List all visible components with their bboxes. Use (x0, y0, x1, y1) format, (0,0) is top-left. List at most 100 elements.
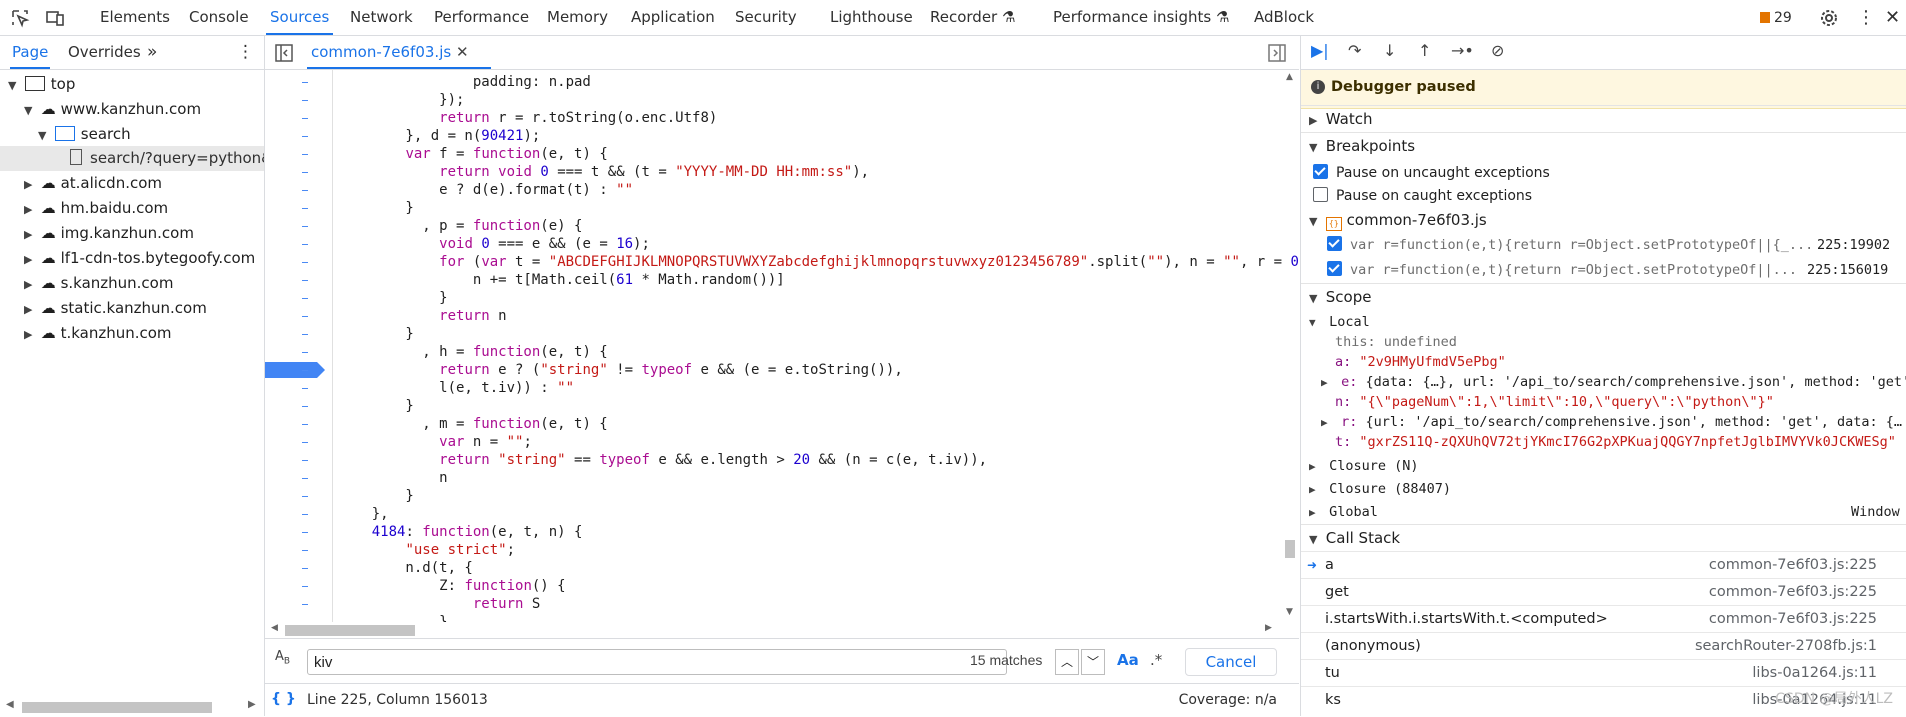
breakpoint-file-row[interactable]: ▼ {} common-7e6f03.js (1309, 208, 1906, 232)
tab-network[interactable]: Network (350, 0, 413, 35)
frame-location[interactable]: common-7e6f03.js:225 (1709, 552, 1877, 579)
scope-global-row[interactable]: ▶ Global Window (1309, 500, 1906, 524)
scroll-left-icon[interactable]: ◀ (271, 623, 278, 633)
toggle-navigator-icon[interactable] (275, 44, 293, 62)
regex-button[interactable]: .* (1150, 651, 1162, 669)
section-call-stack[interactable]: ▼ Call Stack (1301, 524, 1906, 551)
tab-lighthouse[interactable]: Lighthouse (830, 0, 913, 35)
tab-application[interactable]: Application (631, 0, 715, 35)
gear-icon[interactable] (1819, 8, 1839, 28)
close-icon[interactable]: ✕ (1885, 0, 1900, 35)
horizontal-scrollbar[interactable]: ◀ ▶ (0, 699, 264, 716)
tab-memory[interactable]: Memory (547, 0, 608, 35)
cancel-button[interactable]: Cancel (1185, 648, 1277, 676)
tab-adblock[interactable]: AdBlock (1254, 0, 1314, 35)
scrollbar-thumb[interactable] (285, 625, 415, 636)
collapse-triangle-icon[interactable]: ▶ (24, 247, 36, 272)
pause-caught-checkbox[interactable] (1313, 187, 1328, 202)
scope-var-row[interactable]: t: "gxrZS11Q-zQXUhQV72tjYKmcI76G2pXPKuaj… (1335, 430, 1906, 454)
toggle-debugger-icon[interactable] (1268, 44, 1286, 62)
inspect-element-icon[interactable] (10, 8, 30, 28)
collapse-triangle-icon[interactable]: ▶ (24, 297, 36, 322)
tab-console[interactable]: Console (189, 0, 249, 35)
code-editor[interactable]: padding: n.pad }); return r = r.toString… (265, 70, 1299, 622)
frame-location[interactable]: searchRouter-2708fb.js:1 (1695, 633, 1877, 660)
scroll-up-icon[interactable]: ▲ (1286, 72, 1293, 82)
expand-triangle-icon[interactable]: ▼ (24, 98, 36, 123)
frame-location[interactable]: common-7e6f03.js:225 (1709, 606, 1877, 633)
tree-item-domain[interactable]: ▶ ☁ lf1-cdn-tos.bytegoofy.com (24, 246, 255, 271)
tab-recorder[interactable]: Recorder ⚗ (930, 0, 1015, 35)
collapse-triangle-icon[interactable]: ▶ (24, 222, 36, 247)
pretty-print-icon[interactable]: { } (271, 691, 296, 707)
section-breakpoints[interactable]: ▼ Breakpoints (1301, 132, 1906, 159)
replace-toggle-icon[interactable]: AB (275, 649, 290, 667)
frame-location[interactable]: libs-0a1264.js:11 (1752, 660, 1877, 687)
breakpoint-checkbox[interactable] (1327, 261, 1342, 276)
tab-security[interactable]: Security (735, 0, 797, 35)
expand-triangle-icon[interactable]: ▼ (38, 123, 50, 148)
call-frame[interactable]: ➜ a common-7e6f03.js:225 (1301, 551, 1906, 579)
frame-location[interactable]: common-7e6f03.js:225 (1709, 579, 1877, 606)
section-watch[interactable]: ▶ Watch (1301, 105, 1906, 132)
scroll-right-icon[interactable]: ▶ (1265, 623, 1272, 633)
breakpoint-marker[interactable] (265, 362, 325, 378)
issues-badge[interactable]: 29 (1760, 8, 1792, 28)
scrollbar-thumb[interactable] (22, 702, 212, 713)
tree-item-domain[interactable]: ▶ ☁ at.alicdn.com (24, 171, 162, 196)
tab-performance-insights[interactable]: Performance insights ⚗ (1053, 0, 1229, 35)
tree-item-domain[interactable]: ▶ ☁ static.kanzhun.com (24, 296, 207, 321)
pause-uncaught-row[interactable]: Pause on uncaught exceptions (1313, 161, 1906, 185)
scroll-down-icon[interactable]: ▼ (1286, 607, 1293, 617)
tab-performance[interactable]: Performance (434, 0, 529, 35)
section-scope[interactable]: ▼ Scope (1301, 283, 1906, 310)
tree-item-domain[interactable]: ▶ ☁ img.kanzhun.com (24, 221, 194, 246)
collapse-triangle-icon[interactable]: ▶ (24, 322, 36, 347)
tree-item-domain[interactable]: ▶ ☁ t.kanzhun.com (24, 321, 172, 346)
next-match-button[interactable]: ﹀ (1081, 649, 1105, 675)
scrollbar-thumb[interactable] (1285, 540, 1295, 558)
tree-item-domain[interactable]: ▼ ☁ www.kanzhun.com (24, 97, 201, 122)
tab-page[interactable]: Page (9, 36, 51, 69)
scroll-left-icon[interactable]: ◀ (6, 699, 14, 710)
tab-overrides[interactable]: Overrides (68, 36, 141, 69)
tree-item-top[interactable]: ▼ top (8, 72, 75, 97)
step-out-icon[interactable]: ↑ (1418, 41, 1431, 60)
scroll-right-icon[interactable]: ▶ (248, 699, 256, 710)
more-options-icon[interactable]: ⋮ (1857, 0, 1875, 35)
call-frame[interactable]: get common-7e6f03.js:225 (1301, 578, 1906, 606)
collapse-triangle-icon[interactable]: ▶ (1321, 411, 1333, 435)
search-input[interactable]: kiv (307, 649, 1007, 675)
collapse-triangle-icon[interactable]: ▶ (24, 272, 36, 297)
tree-item-folder[interactable]: ▼ search (38, 122, 131, 147)
tree-item-domain[interactable]: ▶ ☁ hm.baidu.com (24, 196, 168, 221)
step-into-icon[interactable]: ↓ (1383, 41, 1396, 60)
call-frame[interactable]: (anonymous) searchRouter-2708fb.js:1 (1301, 632, 1906, 660)
tree-item-domain[interactable]: ▶ ☁ s.kanzhun.com (24, 271, 173, 296)
tab-sources[interactable]: Sources (265, 0, 334, 35)
expand-triangle-icon[interactable]: ▼ (8, 73, 20, 98)
match-case-button[interactable]: Aa (1117, 651, 1139, 669)
editor-tab-file[interactable]: common-7e6f03.js ✕ (307, 36, 491, 69)
step-icon[interactable]: →• (1451, 41, 1474, 60)
pause-uncaught-checkbox[interactable] (1313, 164, 1328, 179)
breakpoint-checkbox[interactable] (1327, 236, 1342, 251)
pause-caught-row[interactable]: Pause on caught exceptions (1313, 184, 1906, 208)
device-toolbar-icon[interactable] (45, 8, 65, 28)
collapse-triangle-icon[interactable]: ▶ (24, 197, 36, 222)
breakpoint-row[interactable]: var r=function(e,t){return r=Object.setP… (1327, 233, 1906, 257)
call-frame[interactable]: i.startsWith.i.startsWith.t.<computed> co… (1301, 605, 1906, 633)
tab-elements[interactable]: Elements (100, 0, 170, 35)
collapse-triangle-icon[interactable]: ▶ (24, 172, 36, 197)
scope-closure-row[interactable]: ▶ Closure (88407) (1309, 477, 1906, 501)
more-options-icon[interactable]: ⋮ (237, 36, 254, 69)
step-over-icon[interactable]: ↷ (1348, 41, 1361, 60)
call-frame[interactable]: tu libs-0a1264.js:11 (1301, 659, 1906, 687)
resume-icon[interactable]: ▶| (1311, 41, 1329, 60)
vertical-scrollbar[interactable]: ▲ ▼ (1283, 70, 1297, 622)
breakpoint-row[interactable]: var r=function(e,t){return r=Object.setP… (1327, 258, 1906, 282)
tree-item-file[interactable]: search/?query=python&t (70, 146, 264, 171)
previous-match-button[interactable]: ︿ (1055, 649, 1079, 675)
more-tabs-icon[interactable]: » (147, 36, 157, 69)
deactivate-breakpoints-icon[interactable]: ⊘ (1491, 41, 1504, 60)
